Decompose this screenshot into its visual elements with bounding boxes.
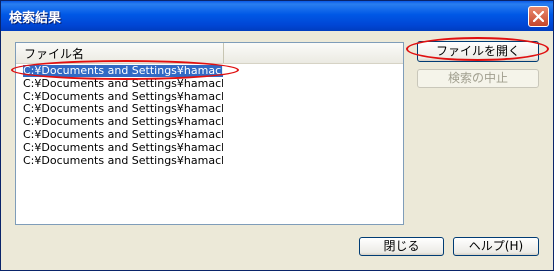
window-close-button[interactable] — [528, 6, 549, 27]
list-item[interactable]: C:¥Documents and Settings¥hamacha... — [16, 78, 223, 91]
list-header: ファイル名 — [16, 43, 403, 64]
list-item[interactable]: C:¥Documents and Settings¥hamacha... — [16, 142, 223, 155]
window-title: 検索結果 — [9, 11, 62, 26]
close-icon — [533, 11, 544, 22]
column-header-filename[interactable]: ファイル名 — [16, 43, 224, 63]
list-item-path: C:¥Documents and Settings¥hamacha... — [23, 103, 223, 116]
list-item-path: C:¥Documents and Settings¥hamacha... — [23, 128, 223, 141]
list-item[interactable]: C:¥Documents and Settings¥hamacha... — [16, 116, 223, 129]
list-item[interactable]: C:¥Documents and Settings¥hamacha... — [16, 103, 223, 116]
list-item-path: C:¥Documents and Settings¥hamacha... — [23, 116, 223, 129]
list-item-path: C:¥Documents and Settings¥hamacha... — [23, 77, 223, 90]
list-item-path: C:¥Documents and Settings¥hamacha... — [23, 154, 223, 167]
list-item-path: C:¥Documents and Settings¥hamacha... — [23, 90, 223, 103]
list-item[interactable]: C:¥Documents and Settings¥hamacha... — [16, 91, 223, 104]
close-button[interactable]: 閉じる — [359, 237, 444, 256]
help-button[interactable]: ヘルプ(H) — [453, 237, 539, 256]
column-header-empty — [224, 43, 403, 63]
list-item-path: C:¥Documents and Settings¥hamacha... — [23, 65, 223, 77]
search-results-dialog: 検索結果 ファイル名 C:¥Documents and Settings¥ham… — [0, 0, 554, 271]
file-list[interactable]: ファイル名 C:¥Documents and Settings¥hamacha.… — [15, 42, 404, 225]
list-item-path: C:¥Documents and Settings¥hamacha... — [23, 141, 223, 154]
list-item[interactable]: C:¥Documents and Settings¥hamacha... — [16, 65, 223, 78]
list-rows: C:¥Documents and Settings¥hamacha...C:¥D… — [16, 65, 403, 167]
list-item[interactable]: C:¥Documents and Settings¥hamacha... — [16, 155, 223, 168]
stop-search-button[interactable]: 検索の中止 — [417, 69, 539, 88]
title-bar[interactable]: 検索結果 — [1, 1, 553, 31]
open-file-button[interactable]: ファイルを開く — [417, 41, 539, 62]
list-item[interactable]: C:¥Documents and Settings¥hamacha... — [16, 129, 223, 142]
